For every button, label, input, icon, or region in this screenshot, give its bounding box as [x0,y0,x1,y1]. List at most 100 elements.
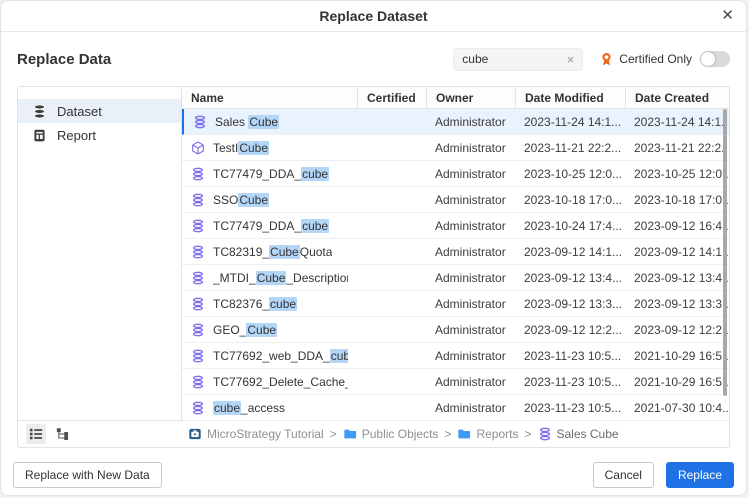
table-row[interactable]: TC77479_DDA_cube Administrator 2023-10-2… [182,161,729,187]
dataset-icon [191,245,205,259]
date-modified-cell: 2023-11-24 14:1... [515,115,625,129]
owner-cell: Administrator [426,401,515,415]
cancel-button[interactable]: Cancel [593,462,654,488]
name-cell: TC77479_DDA_cube [182,167,357,181]
column-header-certified[interactable]: Certified [357,87,426,108]
date-modified-cell: 2023-09-12 14:1... [515,245,625,259]
search-box: × [453,48,583,71]
vertical-scrollbar[interactable] [723,109,727,396]
owner-cell: Administrator [426,349,515,363]
column-header-owner[interactable]: Owner [426,87,515,108]
breadcrumb-item[interactable]: Public Objects [343,427,439,441]
search-match-highlight: Cube [238,193,269,207]
table-row[interactable]: GEO_Cube Administrator 2023-09-12 12:2..… [182,317,729,343]
name-cell: TC77479_DDA_cube [182,219,357,233]
clear-search-icon[interactable]: × [567,52,575,67]
folder-icon [457,427,471,441]
owner-cell: Administrator [426,323,515,337]
breadcrumb-item[interactable]: MicroStrategy Tutorial [188,427,324,441]
close-icon[interactable]: ✕ [721,7,734,25]
cube-3d-icon [191,141,205,155]
replace-with-new-data-button[interactable]: Replace with New Data [13,462,162,488]
name-cell: _MTDI_Cube_Description_... [182,271,357,285]
breadcrumb-separator: > [444,427,451,441]
owner-cell: Administrator [426,245,515,259]
dataset-icon [191,323,205,337]
table-row[interactable]: TC77692_Delete_Cache_D... Administrator … [182,369,729,395]
breadcrumb-label: MicroStrategy Tutorial [207,427,324,441]
breadcrumb-separator: > [524,427,531,441]
dataset-icon [191,375,205,389]
column-header-date-created[interactable]: Date Created [625,87,729,108]
browser-panel: Dataset Report Name Certified Owner Date… [17,86,730,448]
certified-only-group: Certified Only [599,51,730,67]
table-row[interactable]: _MTDI_Cube_Description_... Administrator… [182,265,729,291]
table-row[interactable]: Sales Cube Administrator 2023-11-24 14:1… [182,109,729,135]
table-row[interactable]: TC82376_cube Administrator 2023-09-12 13… [182,291,729,317]
toggle-knob [701,52,715,66]
dataset-icon [193,115,207,129]
sidebar-item-report[interactable]: Report [18,123,181,147]
table-row[interactable]: TC77479_DDA_cube Administrator 2023-10-2… [182,213,729,239]
date-modified-cell: 2023-11-21 22:2... [515,141,625,155]
date-modified-cell: 2023-09-12 13:3... [515,297,625,311]
certified-only-label: Certified Only [619,52,692,66]
search-match-highlight: Cube [256,271,287,285]
name-cell: Sales Cube [184,115,357,129]
table-row[interactable]: TC82319_CubeQuota Administrator 2023-09-… [182,239,729,265]
column-header-date-modified[interactable]: Date Modified [515,87,625,108]
owner-cell: Administrator [426,141,515,155]
tree-view-button[interactable] [53,424,73,444]
view-switcher [18,424,182,444]
dialog-header: Replace Dataset ✕ [1,1,746,32]
date-created-cell: 2023-09-12 12:2... [625,323,729,337]
owner-cell: Administrator [426,219,515,233]
breadcrumb-label: Public Objects [362,427,439,441]
table-row[interactable]: cube_access Administrator 2023-11-23 10:… [182,395,729,421]
search-input[interactable] [462,52,562,66]
table-row[interactable]: TestICube Administrator 2023-11-21 22:2.… [182,135,729,161]
object-name: _MTDI_Cube_Description_... [213,271,348,285]
date-created-cell: 2023-11-24 14:1... [625,115,729,129]
search-match-highlight: cube [301,219,329,233]
name-cell: cube_access [182,401,357,415]
dialog-title: Replace Dataset [319,8,427,24]
object-name: GEO_Cube [213,323,277,337]
breadcrumb-label: Sales Cube [557,427,619,441]
date-created-cell: 2023-09-12 14:1... [625,245,729,259]
object-name: TC82376_cube [213,297,297,311]
panel-bottom-bar: MicroStrategy Tutorial > Public Objects … [18,420,729,447]
search-match-highlight: Cube [248,115,279,129]
date-created-cell: 2023-10-25 12:0... [625,167,729,181]
replace-button[interactable]: Replace [666,462,734,488]
project-icon [188,427,202,441]
object-name: TC77692_Delete_Cache_D... [213,375,348,389]
sidebar-item-dataset[interactable]: Dataset [18,99,181,123]
date-created-cell: 2021-10-29 16:5... [625,375,729,389]
search-match-highlight: Cube [238,141,269,155]
column-header-name[interactable]: Name [182,87,357,108]
table-row[interactable]: SSOCube Administrator 2023-10-18 17:0...… [182,187,729,213]
object-name: TC77479_DDA_cube [213,167,329,181]
dataset-icon [191,297,205,311]
date-created-cell: 2021-07-30 10:4... [625,401,729,415]
owner-cell: Administrator [426,193,515,207]
date-created-cell: 2023-10-18 17:0... [625,193,729,207]
breadcrumb-separator: > [330,427,337,441]
search-match-highlight: Cube [269,245,300,259]
breadcrumb-item[interactable]: Sales Cube [538,427,619,441]
date-created-cell: 2023-09-12 16:4... [625,219,729,233]
date-created-cell: 2023-09-12 13:3... [625,297,729,311]
list-view-button[interactable] [26,424,46,444]
certified-only-toggle[interactable] [700,51,730,67]
name-cell: TC77692_Delete_Cache_D... [182,375,357,389]
table-row[interactable]: TC77692_web_DDA_cube Administrator 2023-… [182,343,729,369]
dataset-icon [191,349,205,363]
tree-view-icon [56,427,70,441]
date-created-cell: 2021-10-29 16:5... [625,349,729,363]
dataset-icon [32,104,47,119]
search-match-highlight: cube [330,349,348,363]
dataset-icon [191,401,205,415]
breadcrumb-item[interactable]: Reports [457,427,518,441]
dataset-icon [538,427,552,441]
